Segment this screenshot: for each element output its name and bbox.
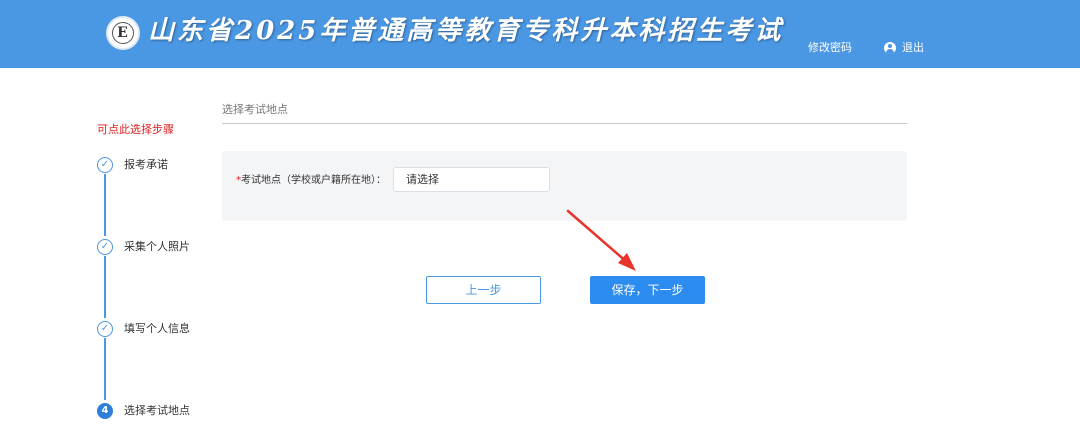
- check-circle-icon: ✓: [97, 321, 113, 337]
- app-header: E 山东省2025年普通高等教育专科升本科招生考试 修改密码 退出: [0, 0, 1080, 68]
- step-label: 选择考试地点: [124, 404, 190, 417]
- field-label-text: 考试地点（学校或户籍所在地）：: [241, 175, 386, 186]
- exam-location-label: *考试地点（学校或户籍所在地）：: [236, 174, 386, 188]
- user-icon: [884, 42, 896, 54]
- step-item-commitment[interactable]: ✓ 报考承诺: [97, 157, 168, 173]
- site-title: 山东省2025年普通高等教育专科升本科招生考试: [148, 16, 784, 46]
- save-next-button[interactable]: 保存，下一步: [590, 276, 705, 304]
- step-label: 采集个人照片: [124, 240, 190, 253]
- step-connector: [104, 174, 106, 236]
- logout-label: 退出: [902, 41, 924, 54]
- step-item-photo[interactable]: ✓ 采集个人照片: [97, 239, 190, 255]
- logout-link[interactable]: 退出: [884, 40, 924, 56]
- step-label: 填写个人信息: [124, 322, 190, 335]
- prev-step-button[interactable]: 上一步: [426, 276, 541, 304]
- step-number-badge: 4: [97, 403, 113, 419]
- check-circle-icon: ✓: [97, 239, 113, 255]
- step-item-exam-location[interactable]: 4 选择考试地点: [97, 403, 190, 419]
- university-seal-icon: E: [106, 16, 140, 50]
- step-item-personal-info[interactable]: ✓ 填写个人信息: [97, 321, 190, 337]
- step-connector: [104, 256, 106, 318]
- red-arrow-icon: [566, 209, 636, 271]
- step-hint: 可点此选择步骤: [97, 123, 174, 136]
- exam-location-select[interactable]: 请选择: [393, 167, 550, 192]
- step-connector: [104, 338, 106, 400]
- step-label: 报考承诺: [124, 158, 168, 171]
- divider: [222, 123, 907, 124]
- change-password-link[interactable]: 修改密码: [808, 40, 852, 56]
- check-circle-icon: ✓: [97, 157, 113, 173]
- section-title: 选择考试地点: [222, 103, 288, 116]
